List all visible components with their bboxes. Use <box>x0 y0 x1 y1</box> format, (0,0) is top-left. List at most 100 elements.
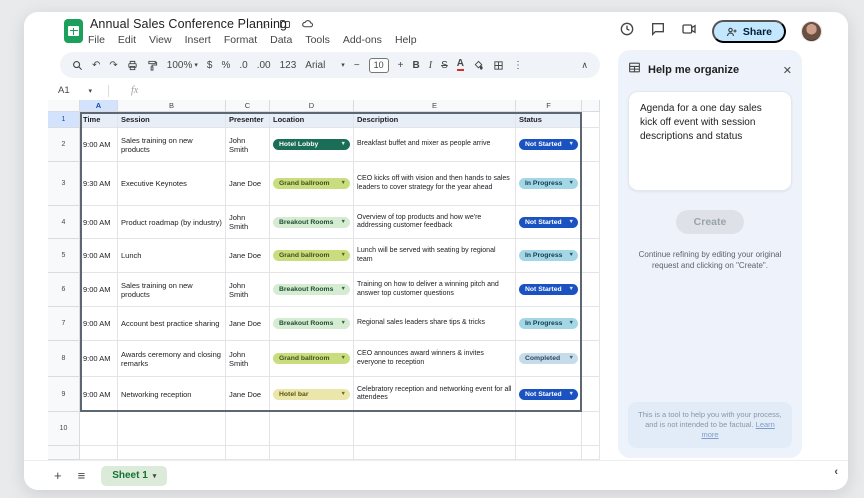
collapse-toolbar-icon[interactable]: ∧ <box>581 60 588 71</box>
more-formats-button[interactable]: 123 <box>280 60 297 71</box>
cell-status-4[interactable]: Not Started▼ <box>516 206 582 239</box>
chip-dropdown-icon[interactable]: ▼ <box>569 353 574 364</box>
empty-cell[interactable] <box>226 412 270 446</box>
empty-cell[interactable] <box>516 446 582 460</box>
chip-dropdown-icon[interactable]: ▼ <box>569 318 574 329</box>
increase-font-size-button[interactable]: + <box>398 60 404 71</box>
empty-cell[interactable] <box>118 446 226 460</box>
search-icon[interactable] <box>72 60 83 71</box>
fill-color-icon[interactable] <box>473 60 484 71</box>
chip-dropdown-icon[interactable]: ▼ <box>341 318 346 329</box>
cell-location-8-chip[interactable]: Grand ballroom▼ <box>273 353 350 364</box>
row-header-11[interactable] <box>48 446 80 460</box>
cell-description-8[interactable]: CEO announces award winners & invites ev… <box>354 341 516 377</box>
more-toolbar-options-icon[interactable]: ⋮ <box>513 60 523 71</box>
menu-help[interactable]: Help <box>395 34 417 46</box>
cell-session-7[interactable]: Account best practice sharing <box>118 307 226 341</box>
cell-location-9-chip[interactable]: Hotel bar▼ <box>273 389 350 400</box>
empty-cell[interactable] <box>516 412 582 446</box>
column-header-A[interactable]: A <box>80 100 118 112</box>
cell-description-7[interactable]: Regional sales leaders share tips & tric… <box>354 307 516 341</box>
format-currency-button[interactable]: $ <box>207 60 213 71</box>
cell-location-6[interactable]: Breakout Rooms▼ <box>270 273 354 307</box>
cell-session-4[interactable]: Product roadmap (by industry) <box>118 206 226 239</box>
cell-location-7-chip[interactable]: Breakout Rooms▼ <box>273 318 350 329</box>
cell-presenter-6[interactable]: John Smith <box>226 273 270 307</box>
cell-session-8[interactable]: Awards ceremony and closing remarks <box>118 341 226 377</box>
strikethrough-button[interactable]: S <box>441 60 448 71</box>
cell-description-9[interactable]: Celebratory reception and networking eve… <box>354 377 516 412</box>
version-history-icon[interactable] <box>619 21 635 42</box>
row-header-2[interactable]: 2 <box>48 128 80 162</box>
cell-location-7[interactable]: Breakout Rooms▼ <box>270 307 354 341</box>
cell-status-3-chip[interactable]: In Progress▼ <box>519 178 578 189</box>
cell-presenter-7[interactable]: Jane Doe <box>226 307 270 341</box>
print-icon[interactable] <box>127 60 138 71</box>
cell-time-8[interactable]: 9:00 AM <box>80 341 118 377</box>
cell-location-2-chip[interactable]: Hotel Lobby▼ <box>273 139 350 150</box>
empty-cell[interactable] <box>80 412 118 446</box>
cell-location-3[interactable]: Grand ballroom▼ <box>270 162 354 206</box>
hide-sidepanel-icon[interactable]: ‹ <box>834 466 838 478</box>
cell-status-3[interactable]: In Progress▼ <box>516 162 582 206</box>
header-cell-presenter[interactable]: Presenter <box>226 112 270 128</box>
column-header-D[interactable]: D <box>270 100 354 112</box>
chip-dropdown-icon[interactable]: ▼ <box>341 139 346 150</box>
text-color-button[interactable]: A <box>457 59 464 71</box>
decrease-font-size-button[interactable]: − <box>354 60 360 71</box>
font-family-select[interactable]: Arial▾ <box>305 60 345 71</box>
row-header-6[interactable]: 6 <box>48 273 80 307</box>
chip-dropdown-icon[interactable]: ▼ <box>341 389 346 400</box>
prompt-input[interactable]: Agenda for a one day sales kick off even… <box>628 91 792 191</box>
column-header-E[interactable]: E <box>354 100 516 112</box>
chip-dropdown-icon[interactable]: ▼ <box>569 139 574 150</box>
borders-icon[interactable] <box>493 60 504 71</box>
cell-presenter-8[interactable]: John Smith <box>226 341 270 377</box>
cell-location-5-chip[interactable]: Grand ballroom▼ <box>273 250 350 261</box>
empty-cell[interactable] <box>226 446 270 460</box>
sheet-tab[interactable]: Sheet 1 ▾ <box>101 466 167 486</box>
cell-time-9[interactable]: 9:00 AM <box>80 377 118 412</box>
empty-cell[interactable] <box>80 446 118 460</box>
cell-status-6-chip[interactable]: Not Started▼ <box>519 284 578 295</box>
select-all-corner[interactable] <box>48 100 80 112</box>
font-size-input[interactable]: 10 <box>369 58 389 73</box>
italic-button[interactable]: I <box>429 60 432 71</box>
menu-tools[interactable]: Tools <box>305 34 330 46</box>
cell-time-2[interactable]: 9:00 AM <box>80 128 118 162</box>
empty-cell[interactable] <box>354 446 516 460</box>
cell-location-6-chip[interactable]: Breakout Rooms▼ <box>273 284 350 295</box>
empty-cell[interactable] <box>118 412 226 446</box>
google-sheets-logo-icon[interactable] <box>64 19 83 43</box>
row-header-4[interactable]: 4 <box>48 206 80 239</box>
comments-icon[interactable] <box>650 21 666 42</box>
star-icon[interactable]: ☆ <box>259 19 269 32</box>
cell-status-5-chip[interactable]: In Progress▼ <box>519 250 578 261</box>
column-header-F[interactable]: F <box>516 100 582 112</box>
chip-dropdown-icon[interactable]: ▼ <box>341 284 346 295</box>
menu-file[interactable]: File <box>88 34 105 46</box>
meet-video-icon[interactable] <box>681 21 697 42</box>
menu-data[interactable]: Data <box>270 34 292 46</box>
share-button[interactable]: Share <box>712 20 786 43</box>
chip-dropdown-icon[interactable]: ▼ <box>341 353 346 364</box>
cell-time-5[interactable]: 9:00 AM <box>80 239 118 273</box>
chip-dropdown-icon[interactable]: ▼ <box>569 217 574 228</box>
document-title[interactable]: Annual Sales Conference Planning <box>90 17 287 31</box>
row-header-5[interactable]: 5 <box>48 239 80 273</box>
close-panel-icon[interactable]: ✕ <box>783 64 792 77</box>
chip-dropdown-icon[interactable]: ▼ <box>569 389 574 400</box>
cell-time-4[interactable]: 9:00 AM <box>80 206 118 239</box>
menu-addons[interactable]: Add-ons <box>343 34 382 46</box>
cell-status-5[interactable]: In Progress▼ <box>516 239 582 273</box>
header-cell-description[interactable]: Description <box>354 112 516 128</box>
chip-dropdown-icon[interactable]: ▼ <box>569 250 574 261</box>
menu-edit[interactable]: Edit <box>118 34 136 46</box>
cell-description-2[interactable]: Breakfast buffet and mixer as people arr… <box>354 128 516 162</box>
cell-location-2[interactable]: Hotel Lobby▼ <box>270 128 354 162</box>
cell-session-6[interactable]: Sales training on new products <box>118 273 226 307</box>
cell-status-2-chip[interactable]: Not Started▼ <box>519 139 578 150</box>
chip-dropdown-icon[interactable]: ▼ <box>341 250 346 261</box>
chip-dropdown-icon[interactable]: ▼ <box>341 217 346 228</box>
cell-status-8-chip[interactable]: Completed▼ <box>519 353 578 364</box>
